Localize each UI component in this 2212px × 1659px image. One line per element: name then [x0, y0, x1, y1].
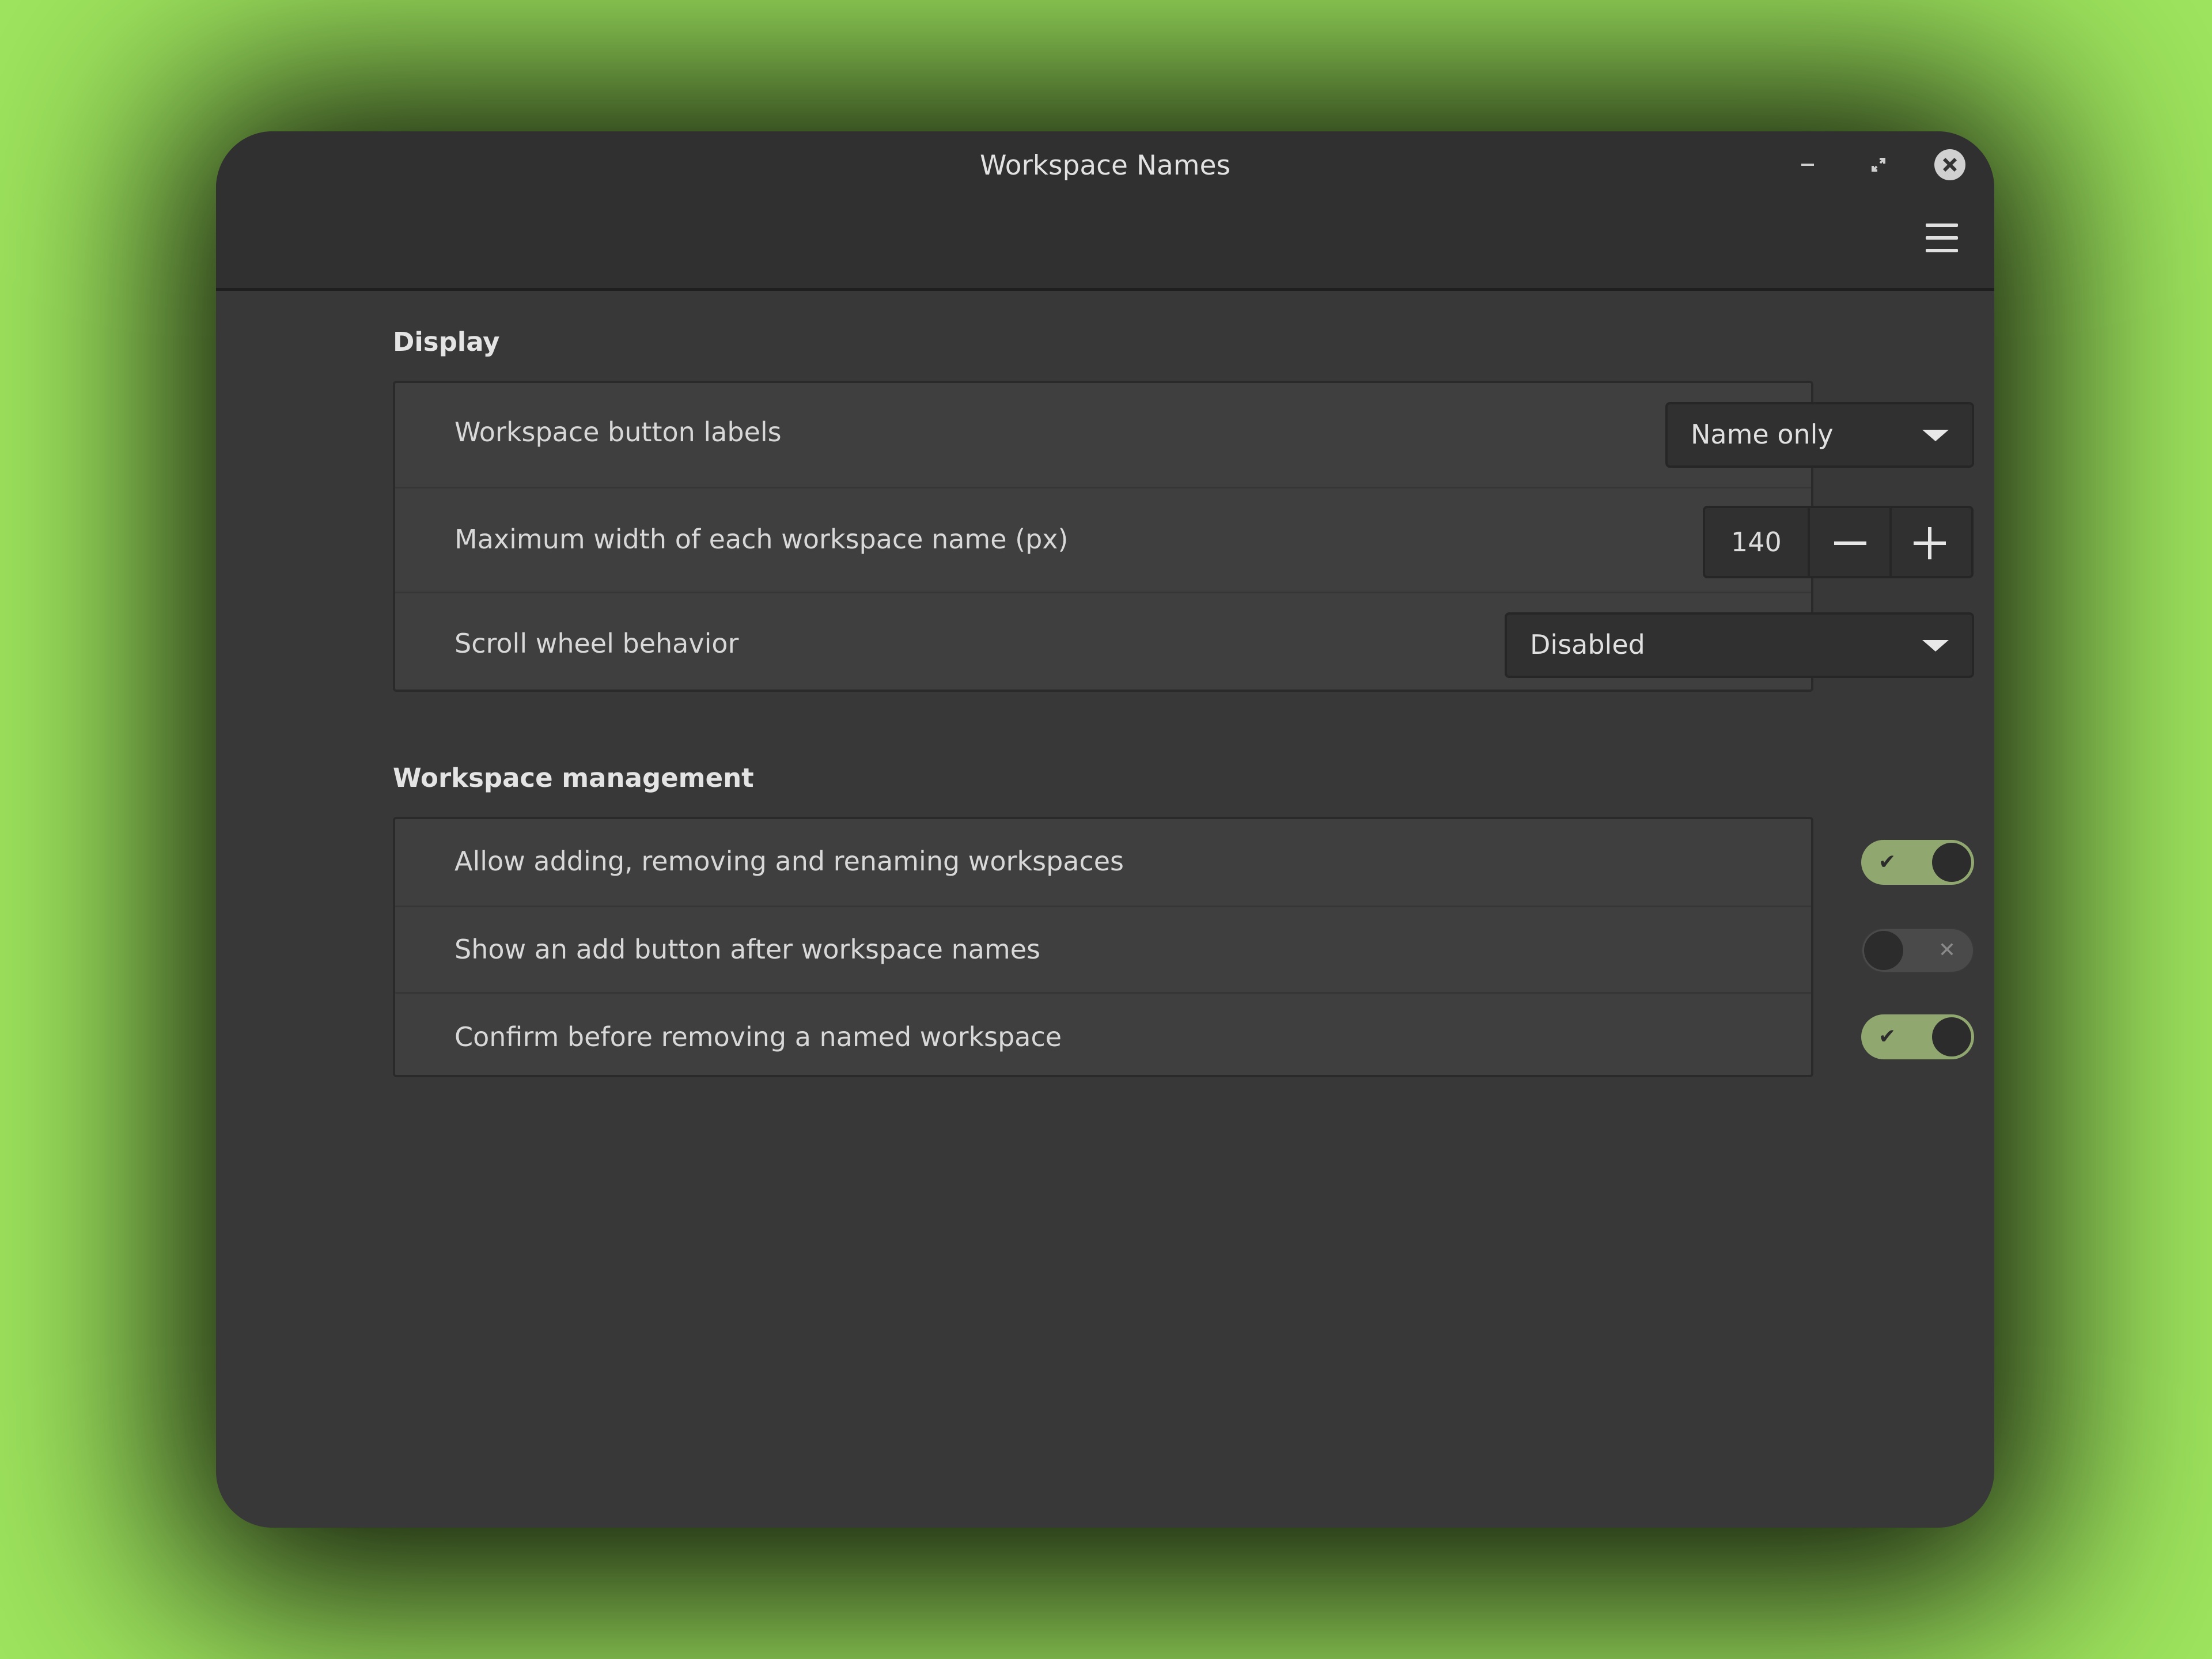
management-panel: Allow adding, removing and renaming work…	[393, 817, 1974, 1080]
chevron-down-icon	[1922, 430, 1949, 441]
row-scroll-wheel: Scroll wheel behavior Disabled	[395, 592, 1974, 694]
max-width-spinbutton: 140	[1703, 506, 1974, 578]
switch-knob	[1932, 1017, 1971, 1056]
max-width-label: Maximum width of each workspace name (px…	[454, 524, 1069, 555]
allow-editing-label: Allow adding, removing and renaming work…	[454, 846, 1124, 877]
confirm-remove-label: Confirm before removing a named workspac…	[454, 1021, 1062, 1052]
decrement-button[interactable]	[1810, 508, 1892, 576]
section-title-management: Workspace management	[393, 763, 754, 793]
section-title-display: Display	[393, 327, 500, 357]
button-labels-value: Name only	[1691, 419, 1834, 450]
show-add-button-label: Show an add button after workspace names	[454, 934, 1041, 965]
increment-button[interactable]	[1892, 508, 1971, 576]
titlebar: Workspace Names	[216, 131, 1994, 291]
close-icon	[1934, 149, 1965, 180]
minimize-icon	[1801, 164, 1814, 166]
check-icon: ✔	[1878, 1025, 1896, 1048]
hamburger-menu-icon[interactable]	[1926, 224, 1958, 252]
chevron-down-icon	[1922, 640, 1949, 652]
switch-knob	[1864, 931, 1903, 970]
row-allow-editing: Allow adding, removing and renaming work…	[395, 819, 1974, 906]
row-button-labels: Workspace button labels Name only	[395, 383, 1974, 487]
max-width-value[interactable]: 140	[1705, 508, 1810, 576]
maximize-button[interactable]	[1862, 149, 1895, 181]
row-max-width: Maximum width of each workspace name (px…	[395, 487, 1974, 592]
button-labels-label: Workspace button labels	[454, 416, 782, 448]
maximize-icon	[1872, 158, 1885, 172]
window-title: Workspace Names	[980, 150, 1230, 181]
minimize-button[interactable]	[1791, 149, 1824, 181]
show-add-button-switch[interactable]: ✕	[1861, 928, 1974, 973]
confirm-remove-switch[interactable]: ✔	[1861, 1014, 1974, 1059]
check-icon: ✔	[1878, 850, 1896, 874]
scroll-wheel-dropdown[interactable]: Disabled	[1505, 612, 1974, 678]
allow-editing-switch[interactable]: ✔	[1861, 840, 1974, 885]
button-labels-dropdown[interactable]: Name only	[1665, 402, 1974, 468]
close-button[interactable]	[1934, 149, 1966, 181]
row-show-add-button: Show an add button after workspace names…	[395, 906, 1974, 992]
row-confirm-remove: Confirm before removing a named workspac…	[395, 992, 1974, 1080]
scroll-wheel-value: Disabled	[1530, 629, 1645, 660]
switch-knob	[1932, 843, 1971, 882]
cross-icon: ✕	[1938, 938, 1956, 962]
settings-window: Workspace Names Display Workspace button…	[216, 131, 1994, 1528]
scroll-wheel-label: Scroll wheel behavior	[454, 628, 739, 659]
display-panel: Workspace button labels Name only Maximu…	[393, 381, 1974, 694]
minus-icon	[1834, 541, 1866, 545]
